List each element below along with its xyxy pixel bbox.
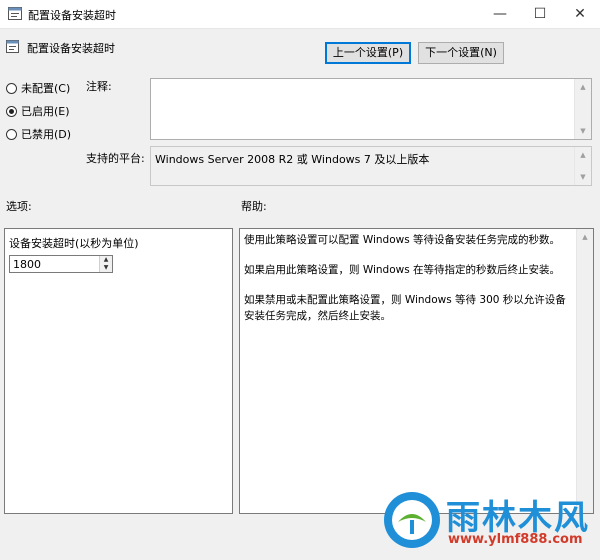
spin-buttons: ▲ ▼ <box>99 256 112 272</box>
radio-label: 未配置(C) <box>21 82 71 95</box>
radio-disabled[interactable]: 已禁用(D) <box>6 126 71 142</box>
timeout-label: 设备安装超时(以秒为单位) <box>9 237 139 250</box>
help-paragraph: 如果禁用或未配置此策略设置，则 Windows 等待 300 秒以允许设备安装任… <box>244 294 566 322</box>
minimize-button[interactable]: — <box>480 0 520 28</box>
platform-value: Windows Server 2008 R2 或 Windows 7 及以上版本 <box>155 153 430 166</box>
previous-setting-button[interactable]: 上一个设置(P) <box>325 42 411 64</box>
next-setting-button[interactable]: 下一个设置(N) <box>418 42 504 64</box>
options-panel: 设备安装超时(以秒为单位) 1800 ▲ ▼ <box>4 228 233 514</box>
maximize-button[interactable]: ☐ <box>520 0 560 28</box>
radio-enabled[interactable]: 已启用(E) <box>6 103 70 119</box>
ylmf-logo-icon <box>384 492 440 548</box>
radio-not-configured[interactable]: 未配置(C) <box>6 80 70 96</box>
radio-label: 已禁用(D) <box>21 128 72 141</box>
spin-up-icon[interactable]: ▲ <box>100 256 112 264</box>
help-content: 使用此策略设置可以配置 Windows 等待设备安装任务完成的秒数。 如果启用此… <box>244 232 574 338</box>
platform-scrollbar[interactable]: ▲ ▼ <box>574 147 591 185</box>
scroll-down-icon[interactable]: ▼ <box>575 169 591 185</box>
policy-name: 配置设备安装超时 <box>27 42 115 55</box>
window-title: 配置设备安装超时 <box>28 9 116 22</box>
scroll-up-icon[interactable]: ▲ <box>575 147 591 163</box>
radio-indicator <box>6 82 17 94</box>
scroll-up-icon[interactable]: ▲ <box>577 229 593 245</box>
help-paragraph: 使用此策略设置可以配置 Windows 等待设备安装任务完成的秒数。 <box>244 234 561 246</box>
scroll-up-icon[interactable]: ▲ <box>575 79 591 95</box>
platform-label: 支持的平台: <box>86 152 145 165</box>
help-panel: 使用此策略设置可以配置 Windows 等待设备安装任务完成的秒数。 如果启用此… <box>239 228 594 514</box>
radio-label: 已启用(E) <box>21 105 70 118</box>
help-section-label: 帮助: <box>241 200 267 213</box>
help-scrollbar[interactable]: ▲ <box>576 229 593 513</box>
timeout-value: 1800 <box>13 258 41 271</box>
radio-indicator-checked <box>6 105 17 117</box>
policy-settings-icon <box>6 40 19 53</box>
comment-scrollbar[interactable]: ▲ ▼ <box>574 79 591 139</box>
platform-field: Windows Server 2008 R2 或 Windows 7 及以上版本… <box>150 146 592 186</box>
comment-label: 注释: <box>86 80 112 93</box>
title-bar: 配置设备安装超时 — ☐ ✕ <box>0 0 600 29</box>
watermark-url: www.ylmf888.com <box>448 532 583 547</box>
options-section-label: 选项: <box>6 200 32 213</box>
radio-indicator <box>6 128 17 140</box>
comment-textarea[interactable]: ▲ ▼ <box>150 78 592 140</box>
close-button[interactable]: ✕ <box>560 0 600 28</box>
help-paragraph: 如果启用此策略设置，则 Windows 在等待指定的秒数后终止安装。 <box>244 264 561 276</box>
scroll-down-icon[interactable]: ▼ <box>575 123 591 139</box>
watermark: 雨林木风 www.ylmf888.com <box>384 488 594 554</box>
spin-down-icon[interactable]: ▼ <box>100 264 112 272</box>
policy-settings-icon <box>8 7 22 20</box>
timeout-spinbox[interactable]: 1800 ▲ ▼ <box>9 255 113 273</box>
